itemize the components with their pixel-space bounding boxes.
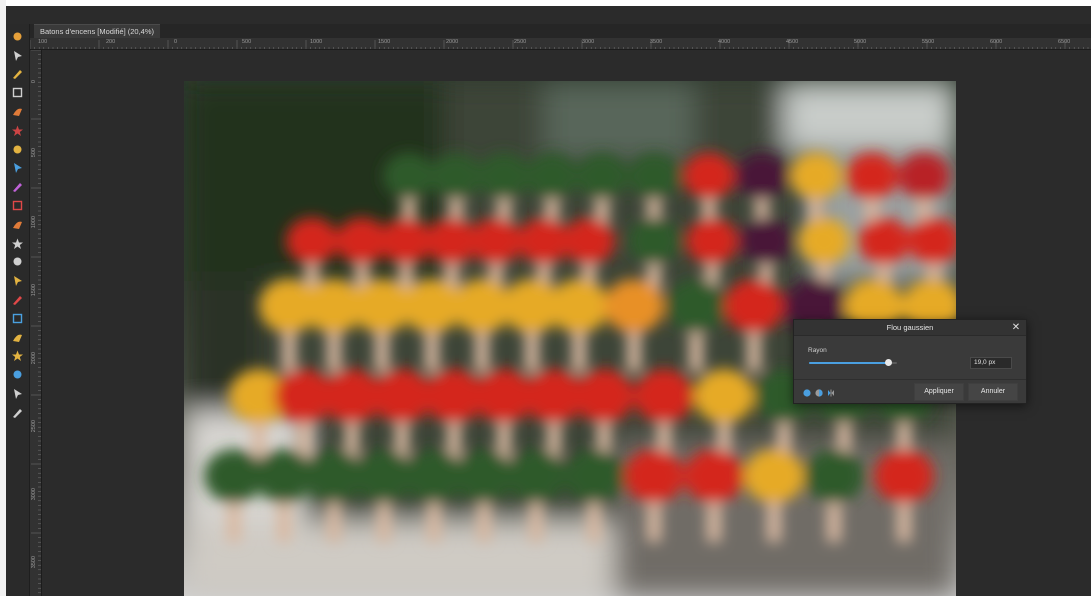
text-tool-icon[interactable]	[9, 384, 27, 403]
window-top-edge	[0, 0, 1091, 6]
ruler-number: 500	[31, 148, 37, 158]
selection-brush-icon[interactable]	[9, 121, 27, 140]
radius-slider-fill	[809, 362, 889, 364]
ruler-number: 4500	[786, 39, 799, 45]
dialog-title: Flou gaussien	[886, 323, 934, 332]
cancel-button[interactable]: Annuler	[968, 383, 1018, 401]
close-button[interactable]: ✕	[1010, 322, 1022, 334]
ruler-number: 2500	[31, 420, 37, 433]
radius-slider[interactable]	[809, 359, 897, 366]
document-tab[interactable]: Batons d'encens [Modifié] (20,4%)	[34, 24, 160, 38]
clone-tool-icon[interactable]	[9, 253, 27, 272]
hand-tool-icon[interactable]	[9, 27, 27, 46]
blur-tool-icon[interactable]	[9, 309, 27, 328]
ruler-number: 6000	[990, 39, 1003, 45]
dodge-tool-icon[interactable]	[9, 271, 27, 290]
radius-label: Rayon	[808, 347, 827, 354]
radius-slider-thumb[interactable]	[884, 359, 892, 366]
paint-brush-icon[interactable]	[9, 196, 27, 215]
radius-value-field[interactable]: 19,0 px	[970, 357, 1012, 369]
lasso-tool-icon[interactable]	[9, 140, 27, 159]
dialog-title-bar: Flou gaussien ✕	[794, 320, 1026, 336]
ruler-number: 5500	[922, 39, 935, 45]
mirror-view-icon[interactable]	[827, 389, 835, 397]
flood-fill-icon[interactable]	[9, 159, 27, 178]
document-tab-bar: Batons d'encens [Modifié] (20,4%)	[30, 24, 1091, 38]
ruler-number: 3000	[31, 488, 37, 501]
ruler-number: 2500	[514, 39, 527, 45]
healing-brush-icon[interactable]	[9, 290, 27, 309]
ruler-number: 200	[106, 39, 116, 45]
ruler-number: 0	[31, 80, 37, 84]
ruler-number: 1500	[378, 39, 391, 45]
ruler-number: 1000	[310, 39, 323, 45]
smudge-tool-icon[interactable]	[9, 328, 27, 347]
ruler-number: 3000	[582, 39, 595, 45]
split-view-icon[interactable]	[815, 389, 823, 397]
ruler-number: 500	[242, 39, 252, 45]
tools-panel	[6, 24, 30, 596]
photo-editor-window: Batons d'encens [Modifié] (20,4%) 100 200…	[0, 0, 1091, 596]
zoom-tool-icon[interactable]	[9, 403, 27, 422]
vertical-ruler-ticks	[31, 50, 41, 594]
ruler-number: 100	[38, 39, 48, 45]
ruler-number: 1000	[31, 216, 37, 229]
horizontal-ruler: 100 200 0 500 1000 1500 2000 2500 3000 3500 4000 45…	[30, 38, 1091, 50]
ruler-number: 0	[174, 39, 178, 45]
ruler-number: 3500	[650, 39, 663, 45]
eraser-icon[interactable]	[9, 234, 27, 253]
shape-tool-icon[interactable]	[9, 365, 27, 384]
ruler-number: 2000	[31, 352, 37, 365]
ruler-number: 3500	[31, 556, 37, 569]
pixel-brush-icon[interactable]	[9, 215, 27, 234]
gaussian-blur-dialog: Flou gaussien ✕ Rayon 19,0 px Appliquer	[793, 319, 1027, 404]
ruler-number: 1500	[31, 284, 37, 297]
document-tab-title: Batons d'encens [Modifié] (20,4%)	[40, 27, 154, 36]
move-tool-icon[interactable]	[9, 46, 27, 65]
dialog-footer: Appliquer Annuler	[794, 379, 1026, 403]
brush-tool-icon[interactable]	[9, 65, 27, 84]
sponge-tool-icon[interactable]	[9, 347, 27, 366]
apply-to-whole-icon[interactable]	[803, 389, 811, 397]
ruler-number: 6500	[1058, 39, 1071, 45]
apply-button[interactable]: Appliquer	[914, 383, 964, 401]
vertical-ruler: 0 500 1000 1500 2000 2500 3000 3500	[30, 50, 42, 596]
color-wheel-icon[interactable]	[9, 177, 27, 196]
ruler-number: 2000	[446, 39, 459, 45]
ruler-number: 4000	[718, 39, 731, 45]
eyedropper-tool-icon[interactable]	[9, 102, 27, 121]
ruler-number: 5000	[854, 39, 867, 45]
crop-tool-icon[interactable]	[9, 83, 27, 102]
